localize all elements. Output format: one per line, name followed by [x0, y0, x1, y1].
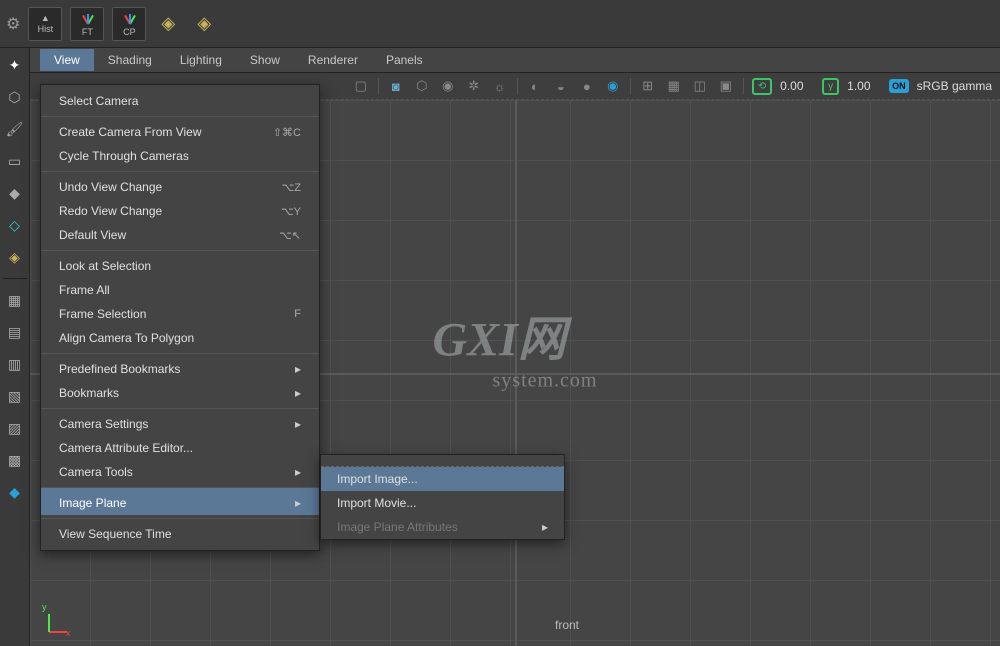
safe-area-icon[interactable]: ▣	[717, 77, 735, 95]
menu-show[interactable]: Show	[236, 49, 294, 71]
shelf-icon-4[interactable]: ◈	[154, 7, 182, 41]
menu-camera-settings[interactable]: Camera Settings▸	[41, 408, 319, 436]
select-tool-icon[interactable]: ✦	[4, 54, 26, 76]
lasso-tool-icon[interactable]: ⬡	[4, 86, 26, 108]
exposure-pill[interactable]: ⟲	[752, 78, 772, 95]
textured-icon[interactable]: ◉	[439, 77, 457, 95]
layout-two-icon[interactable]: ▥	[4, 353, 26, 375]
grid-toggle-icon[interactable]: ▦	[665, 77, 683, 95]
film-gate-icon[interactable]: ◫	[691, 77, 709, 95]
rotate-tool-icon[interactable]: ◆	[4, 182, 26, 204]
menu-bookmarks[interactable]: Bookmarks▸	[41, 381, 319, 405]
aa-icon[interactable]: ●	[578, 77, 596, 95]
two-sided-icon[interactable]: ◒	[552, 77, 570, 95]
camera-label: front	[555, 618, 579, 632]
left-toolbar: ✦ ⬡ 🖌 ▭ ◆ ◇ ◈ ▦ ▤ ▥ ▧ ▨ ▩ ◆	[0, 48, 30, 646]
brush-tool-icon[interactable]: 🖌	[4, 118, 26, 140]
isolate-icon[interactable]: ⊞	[639, 77, 657, 95]
menu-shading[interactable]: Shading	[94, 49, 166, 71]
menu-renderer[interactable]: Renderer	[294, 49, 372, 71]
gamma-pill[interactable]: γ	[822, 78, 839, 95]
freeze-transform-button[interactable]: FT	[70, 7, 104, 41]
layout-outliner-icon[interactable]: ▩	[4, 449, 26, 471]
scale-tool-icon[interactable]: ◇	[4, 214, 26, 236]
menu-camera-tools[interactable]: Camera Tools▸	[41, 460, 319, 484]
menu-redo-view[interactable]: Redo View Change⌥Y	[41, 199, 319, 223]
menu-undo-view[interactable]: Undo View Change⌥Z	[41, 171, 319, 199]
menu-predefined-bookmarks[interactable]: Predefined Bookmarks▸	[41, 353, 319, 381]
light-icon[interactable]: ☼	[491, 77, 509, 95]
menu-frame-selection[interactable]: Frame SelectionF	[41, 302, 319, 326]
shading-cube-icon[interactable]: ◙	[387, 77, 405, 95]
color-mgmt-toggle[interactable]: ON	[889, 79, 909, 93]
camera-select-icon[interactable]: ▢	[352, 77, 370, 95]
menu-panels[interactable]: Panels	[372, 49, 437, 71]
settings-icon[interactable]: ⚙	[6, 14, 20, 34]
move-tool-icon[interactable]: ▭	[4, 150, 26, 172]
color-space-label[interactable]: sRGB gamma	[917, 79, 992, 93]
shelf-icon-5[interactable]: ◈	[190, 7, 218, 41]
wireframe-icon[interactable]: ⬡	[413, 77, 431, 95]
home-icon[interactable]: ◆	[4, 481, 26, 503]
menu-view-sequence[interactable]: View Sequence Time	[41, 518, 319, 546]
submenu-tearoff[interactable]	[321, 455, 564, 467]
menu-select-camera[interactable]: Select Camera	[41, 89, 319, 113]
history-button[interactable]: ▲Hist	[28, 7, 62, 41]
menu-frame-all[interactable]: Frame All	[41, 278, 319, 302]
layout-persp-icon[interactable]: ▨	[4, 417, 26, 439]
shaded-icon[interactable]: ✲	[465, 77, 483, 95]
menu-default-view[interactable]: Default View⌥↖	[41, 223, 319, 247]
image-plane-submenu: Import Image... Import Movie... Image Pl…	[320, 454, 565, 540]
menu-view[interactable]: View	[40, 49, 94, 71]
menu-camera-attr-editor[interactable]: Camera Attribute Editor...	[41, 436, 319, 460]
layout-three-icon[interactable]: ▧	[4, 385, 26, 407]
menu-align-camera[interactable]: Align Camera To Polygon	[41, 326, 319, 350]
menu-cycle-cameras[interactable]: Cycle Through Cameras	[41, 144, 319, 168]
view-axis-indicator: xy	[38, 604, 72, 638]
submenu-import-movie[interactable]: Import Movie...	[321, 491, 564, 515]
center-pivot-button[interactable]: CP	[112, 7, 146, 41]
panel-menu-bar: View Shading Lighting Show Renderer Pane…	[30, 48, 1000, 72]
gamma-value: 1.00	[847, 79, 881, 93]
submenu-import-image[interactable]: Import Image...	[321, 467, 564, 491]
menu-look-at[interactable]: Look at Selection	[41, 250, 319, 278]
submenu-image-plane-attr[interactable]: Image Plane Attributes▸	[321, 515, 564, 539]
curve-tool-icon[interactable]: ◈	[4, 246, 26, 268]
depth-icon[interactable]: ◉	[604, 77, 622, 95]
exposure-value: 0.00	[780, 79, 814, 93]
layout-single-icon[interactable]: ▦	[4, 289, 26, 311]
menu-image-plane[interactable]: Image Plane▸	[41, 487, 319, 515]
top-shelf: ⚙ ▲Hist FT CP ◈ ◈	[0, 0, 1000, 48]
view-dropdown-menu: Select Camera Create Camera From View⇧⌘C…	[40, 84, 320, 551]
layout-quad-icon[interactable]: ▤	[4, 321, 26, 343]
menu-create-camera[interactable]: Create Camera From View⇧⌘C	[41, 116, 319, 144]
menu-lighting[interactable]: Lighting	[166, 49, 236, 71]
xray-icon[interactable]: ◐	[526, 77, 544, 95]
